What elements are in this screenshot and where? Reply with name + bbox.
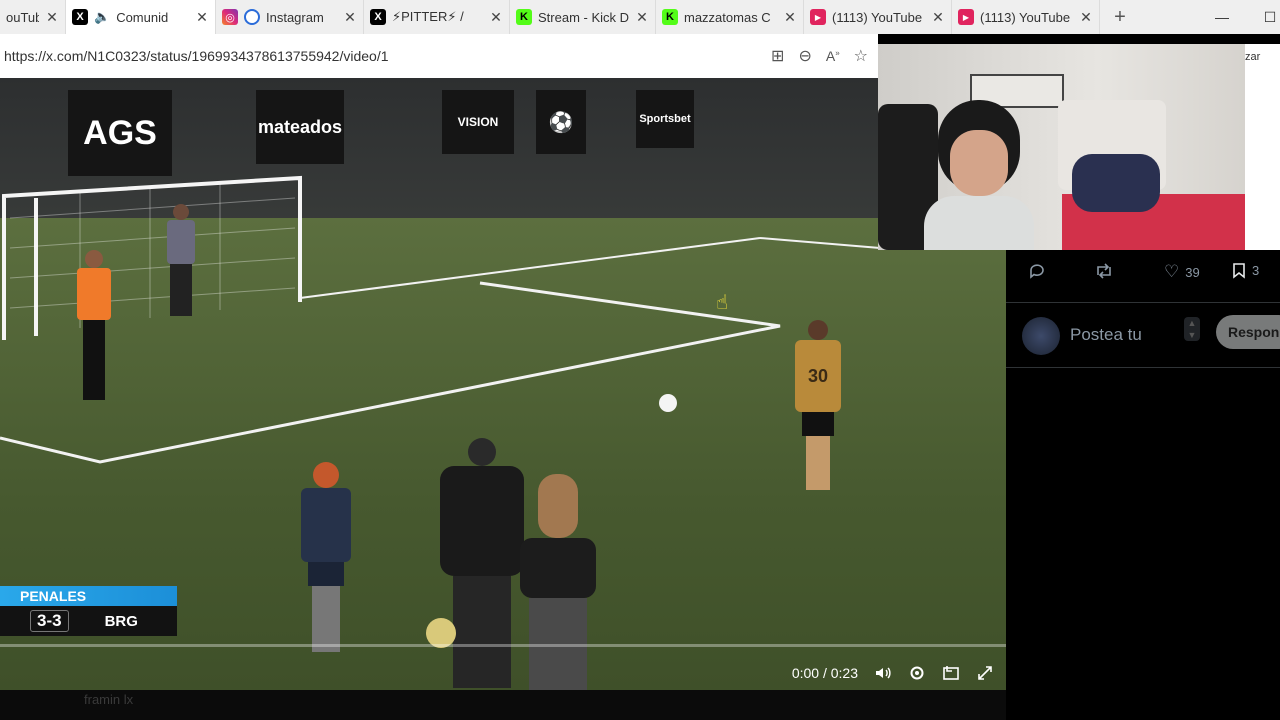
video-controls: 0:00 / 0:23 [792, 664, 994, 682]
right-toolbar-filler [1245, 70, 1280, 250]
x-icon: X [72, 9, 88, 25]
bookmark-icon [1233, 263, 1245, 279]
spectator-adult [438, 438, 526, 688]
close-tab-icon[interactable]: ✕ [783, 9, 797, 26]
reply-submit-button[interactable]: Respon [1216, 315, 1280, 349]
score-value: 3-3 [30, 610, 69, 632]
favorite-star-icon[interactable]: ☆ [854, 46, 868, 66]
close-tab-icon[interactable]: ✕ [343, 9, 357, 26]
clothes-pile [1072, 154, 1160, 212]
kick-icon: K [516, 9, 532, 25]
extension-icon [244, 9, 260, 25]
reply-icon[interactable] [1028, 262, 1046, 280]
tab-pitter[interactable]: X ⚡PITTER⚡ / ✕ [364, 0, 510, 34]
char-counter-icon: ▲ ▼ [1184, 317, 1200, 341]
browser-tab-bar: ouTube ✕ X 🔈 Comunid ✕ ◎ Instagram ✕ X ⚡… [0, 0, 1280, 34]
referee [74, 250, 114, 408]
toolbar-partial-label[interactable]: zar [1245, 44, 1280, 70]
tweet-side-panel: ♡ 39 3 Postea tu ▲ ▼ Respon [1006, 250, 1280, 720]
maximize-button[interactable]: ☐ [1248, 0, 1280, 34]
close-tab-icon[interactable]: ✕ [635, 9, 649, 26]
bottom-blurred-strip: framin lx [0, 690, 1006, 720]
like-button[interactable]: ♡ 39 [1164, 262, 1200, 282]
heart-icon: ♡ [1164, 262, 1180, 281]
fullscreen-icon[interactable] [976, 664, 994, 682]
like-count: 39 [1185, 264, 1200, 280]
tab-kick-stream[interactable]: K Stream - Kick D ✕ [510, 0, 656, 34]
scoreboard-label: PENALES [0, 586, 177, 606]
spectator-woman [518, 474, 598, 690]
bookmark-button[interactable]: 3 [1232, 262, 1259, 279]
webcam-overlay [878, 44, 1245, 250]
reply-input[interactable]: Postea tu [1070, 325, 1142, 345]
minimize-button[interactable]: — [1200, 0, 1244, 34]
kick-icon: K [662, 9, 678, 25]
tab-youtube-2[interactable]: ▶ (1113) YouTube ✕ [804, 0, 952, 34]
avatar [1022, 317, 1060, 355]
close-tab-icon[interactable]: ✕ [1079, 9, 1093, 26]
url-field[interactable]: https://x.com/N1C0323/status/19699343786… [4, 41, 389, 71]
x-icon: X [370, 9, 386, 25]
faded-text: framin lx [84, 692, 134, 707]
read-aloud-icon[interactable]: A» [826, 48, 840, 64]
youtube-icon: ▶ [810, 9, 826, 25]
repost-icon[interactable] [1094, 262, 1114, 280]
reply-composer: Postea tu ▲ ▼ Respon [1006, 302, 1280, 368]
hand-cursor-icon: ☝ [716, 292, 729, 314]
tab-youtube-1[interactable]: ouTube ✕ [0, 0, 66, 34]
address-bar: https://x.com/N1C0323/status/19699343786… [0, 34, 878, 78]
tab-instagram[interactable]: ◎ Instagram ✕ [216, 0, 364, 34]
speaker-icon[interactable]: 🔈 [94, 9, 110, 25]
volume-icon[interactable] [874, 664, 892, 682]
instagram-icon: ◎ [222, 9, 238, 25]
team-name: BRG [104, 612, 138, 630]
tab-kick-mazzatomas[interactable]: K mazzatomas C ✕ [656, 0, 804, 34]
bookmark-count: 3 [1252, 263, 1260, 278]
spectator-child [296, 462, 356, 658]
zoom-out-icon[interactable]: ⊖ [798, 46, 811, 66]
video-player[interactable]: AGS mateados VISION ⚽ Sportsbet 30 PENAL… [0, 78, 1006, 690]
streamer [924, 100, 1034, 250]
youtube-icon: ▶ [958, 9, 974, 25]
close-tab-icon[interactable]: ✕ [489, 9, 503, 26]
close-tab-icon[interactable]: ✕ [45, 9, 59, 26]
football [659, 394, 677, 412]
video-progress-bar[interactable] [0, 644, 1006, 647]
video-time: 0:00 / 0:23 [791, 665, 858, 681]
close-tab-icon[interactable]: ✕ [931, 9, 945, 26]
picture-in-picture-icon[interactable] [942, 664, 960, 682]
new-tab-button[interactable]: + [1100, 6, 1140, 29]
tab-x-comunidad[interactable]: X 🔈 Comunid ✕ [66, 0, 216, 34]
close-tab-icon[interactable]: ✕ [195, 9, 209, 26]
goalkeeper [162, 204, 200, 322]
settings-gear-icon[interactable] [908, 664, 926, 682]
apps-icon[interactable]: ⊞ [771, 46, 784, 66]
tab-youtube-3[interactable]: ▶ (1113) YouTube ✕ [952, 0, 1100, 34]
penalty-kicker: 30 [790, 320, 846, 498]
scoreboard-overlay: PENALES 3-3 BRG [0, 586, 177, 638]
